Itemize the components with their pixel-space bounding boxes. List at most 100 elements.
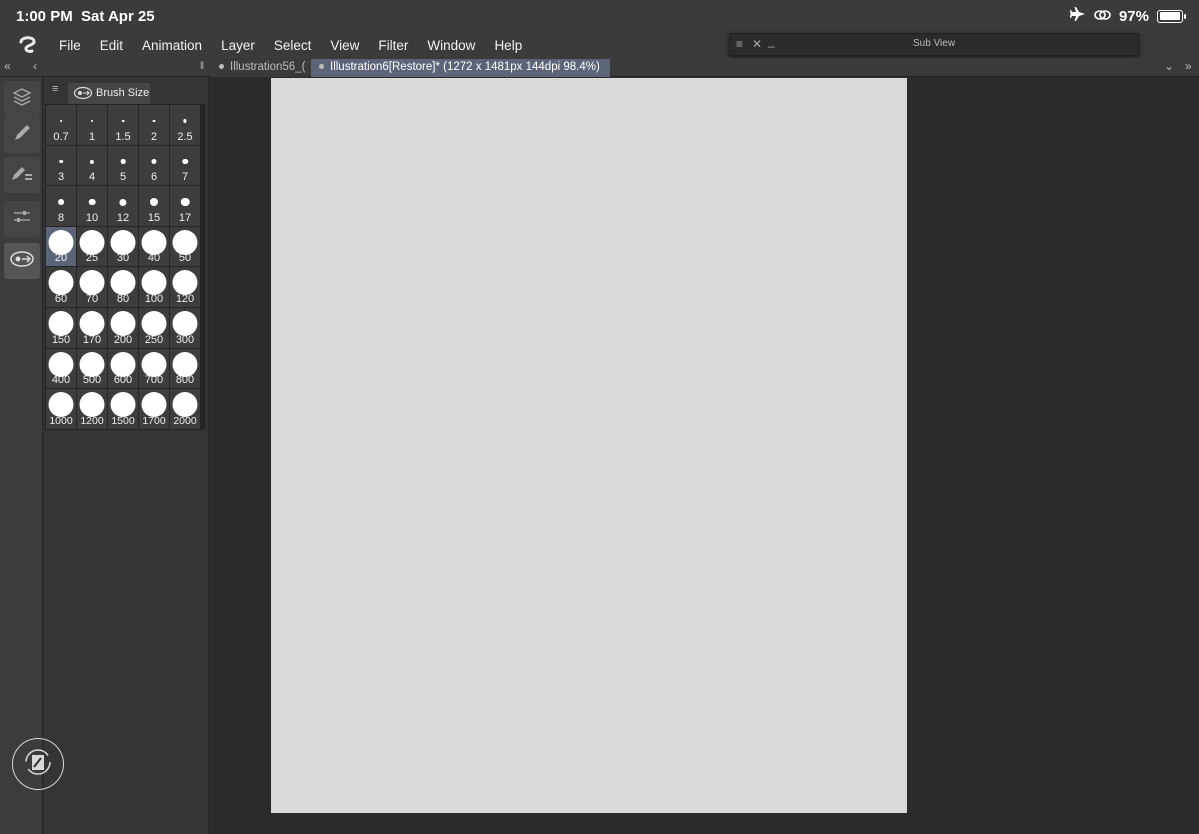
brush-size-cell-1.5[interactable]: 1.5	[108, 105, 138, 145]
brush-size-button[interactable]	[4, 243, 40, 279]
brush-size-cell-40[interactable]: 40	[139, 226, 169, 267]
brush-size-cell-500[interactable]: 500	[77, 348, 107, 389]
brush-size-cell-25[interactable]: 25	[77, 226, 107, 267]
brush-size-cell-600[interactable]: 600	[108, 348, 138, 389]
brush-size-cell-0.7[interactable]: 0.7	[46, 105, 76, 145]
brush-size-cell-100[interactable]: 100	[139, 267, 169, 307]
brush-size-cell-1700[interactable]: 1700	[139, 389, 169, 429]
brush-size-panel: ≡ Brush Size 0.7 1 1.5 2 2.5 3 4 5 6 7 8 10 12 15 17 20…	[44, 77, 209, 834]
menu-edit[interactable]: Edit	[100, 38, 123, 53]
brush-size-label: 200	[113, 333, 133, 346]
brush-size-cell-4[interactable]: 4	[77, 145, 107, 186]
brush-size-cell-60[interactable]: 60	[46, 267, 76, 307]
menu-view[interactable]: View	[330, 38, 359, 53]
brush-size-cell-300[interactable]: 300	[170, 307, 200, 348]
brush-size-cell-3[interactable]: 3	[46, 145, 76, 186]
brush-size-cell-2[interactable]: 2	[139, 105, 169, 145]
brush-size-cell-120[interactable]: 120	[170, 267, 200, 307]
collapse-left-double-icon[interactable]: «	[4, 59, 11, 73]
brush-size-cell-12[interactable]: 12	[108, 186, 138, 226]
panel-menu-icon[interactable]: ≡	[52, 83, 58, 95]
brush-size-preview	[58, 199, 64, 206]
brush-size-label: 20	[54, 252, 68, 265]
brush-size-preview	[110, 229, 136, 255]
brush-size-preview	[180, 197, 190, 207]
brush-size-cell-170[interactable]: 170	[77, 307, 107, 348]
brush-size-label: 2.5	[177, 130, 193, 143]
menu-layer[interactable]: Layer	[221, 38, 255, 53]
brush-size-cell-7[interactable]: 7	[170, 145, 200, 186]
chevron-down-icon[interactable]: ⌄	[1164, 59, 1174, 73]
tab-label: Illustration56_(	[230, 61, 306, 73]
document-tab-bar: « ‹ ‖ Illustration56_( Illustration6[Res…	[0, 58, 1199, 77]
menu-window[interactable]: Window	[427, 38, 475, 53]
collapse-left-icon[interactable]: ‹	[33, 59, 37, 73]
brush-size-preview	[141, 229, 167, 255]
brush-size-cell-200[interactable]: 200	[108, 307, 138, 348]
brush-size-preview	[79, 229, 105, 255]
brush-size-preview	[110, 351, 136, 377]
brush-size-cell-250[interactable]: 250	[139, 307, 169, 348]
brush-size-label: 70	[85, 292, 99, 305]
tab-label: Illustration6[Restore]* (1272 x 1481px 1…	[330, 61, 600, 73]
brush-size-cell-10[interactable]: 10	[77, 186, 107, 226]
brush-size-cell-5[interactable]: 5	[108, 145, 138, 186]
brush-size-cell-1500[interactable]: 1500	[108, 389, 138, 429]
menu-filter[interactable]: Filter	[378, 38, 408, 53]
brush-size-label: 2	[150, 130, 158, 143]
brush-size-label: 40	[147, 252, 161, 265]
brush-size-tab[interactable]: Brush Size	[68, 83, 150, 104]
brush-size-label: 3	[57, 171, 65, 184]
drawing-canvas[interactable]	[271, 78, 907, 813]
brush-size-label: 17	[178, 211, 192, 224]
brush-size-preview	[89, 159, 95, 164]
brush-size-cell-1[interactable]: 1	[77, 105, 107, 145]
brush-size-cell-2000[interactable]: 2000	[170, 389, 200, 429]
brush-size-preview	[152, 119, 156, 123]
brush-size-preview	[79, 310, 105, 336]
tab-dot-icon	[219, 64, 224, 70]
brush-size-cell-1200[interactable]: 1200	[77, 389, 107, 429]
tab-grip-icon[interactable]: ‖	[200, 61, 204, 72]
brush-size-preview	[59, 159, 63, 164]
brush-size-label: 80	[116, 292, 130, 305]
sub-tool-button[interactable]	[4, 157, 40, 193]
brush-size-cell-20[interactable]: 20	[46, 226, 76, 267]
brush-size-cell-30[interactable]: 30	[108, 226, 138, 267]
brush-size-cell-400[interactable]: 400	[46, 348, 76, 389]
tab-illustration6[interactable]: Illustration6[Restore]* (1272 x 1481px 1…	[311, 59, 610, 77]
menu-file[interactable]: File	[59, 38, 81, 53]
brush-size-cell-15[interactable]: 15	[139, 186, 169, 226]
layers-button[interactable]	[4, 81, 40, 117]
brush-size-cell-150[interactable]: 150	[46, 307, 76, 348]
brush-size-cell-800[interactable]: 800	[170, 348, 200, 389]
tool-property-button[interactable]	[4, 201, 40, 237]
brush-size-cell-80[interactable]: 80	[108, 267, 138, 307]
subview-close-icon[interactable]: ✕	[752, 37, 762, 51]
edge-keyboard-button[interactable]	[12, 738, 64, 790]
brush-size-cell-50[interactable]: 50	[170, 226, 200, 267]
sub-view-window[interactable]: ≡ ✕ _ Sub View	[729, 33, 1139, 56]
brush-size-cell-17[interactable]: 17	[170, 186, 200, 226]
tab-illustration56[interactable]: Illustration56_(	[211, 59, 309, 77]
brush-size-icon	[9, 249, 35, 274]
brush-size-cell-70[interactable]: 70	[77, 267, 107, 307]
subview-minimize-icon[interactable]: _	[768, 34, 775, 48]
collapse-right-double-icon[interactable]: »	[1185, 59, 1192, 73]
menu-help[interactable]: Help	[494, 38, 522, 53]
brush-size-cell-6[interactable]: 6	[139, 145, 169, 186]
brush-size-cell-1000[interactable]: 1000	[46, 389, 76, 429]
menu-animation[interactable]: Animation	[142, 38, 202, 53]
brush-size-preview	[60, 120, 62, 122]
brush-size-preview	[182, 158, 188, 165]
brush-size-cell-8[interactable]: 8	[46, 186, 76, 226]
sliders-icon	[12, 209, 32, 230]
subview-menu-icon[interactable]: ≡	[736, 37, 743, 51]
app-logo-icon[interactable]	[17, 35, 39, 55]
link-icon	[1094, 8, 1111, 25]
brush-size-cell-700[interactable]: 700	[139, 348, 169, 389]
brush-tool-button[interactable]	[4, 117, 40, 153]
menu-select[interactable]: Select	[274, 38, 312, 53]
brush-size-preview	[141, 270, 167, 296]
brush-size-cell-2.5[interactable]: 2.5	[170, 105, 200, 145]
